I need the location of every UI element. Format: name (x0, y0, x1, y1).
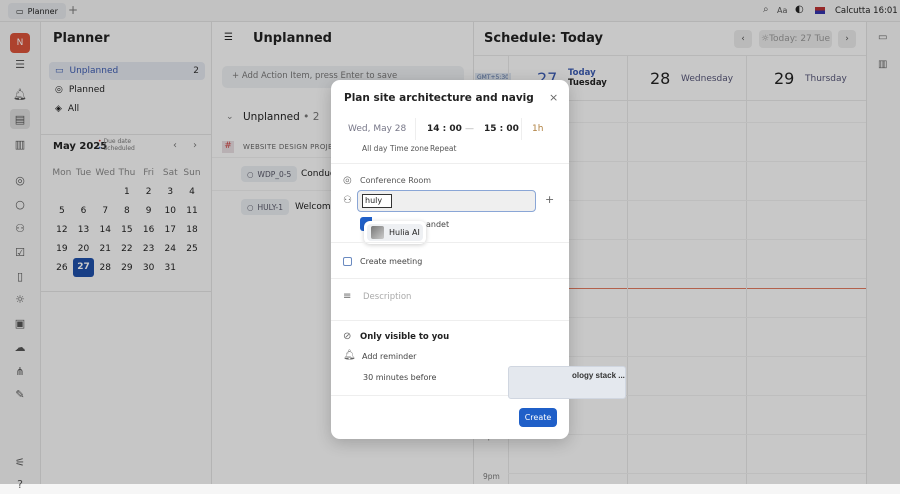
date-picker[interactable]: Wed, May 28 (348, 124, 406, 134)
add-participant-icon[interactable]: + (545, 193, 554, 206)
create-meeting-checkbox[interactable] (343, 257, 352, 266)
participant-chip[interactable]: andet (426, 220, 449, 229)
time-separator: — (465, 124, 474, 134)
start-time[interactable]: 14 : 00 (427, 124, 462, 134)
end-time[interactable]: 15 : 00 (484, 124, 519, 134)
close-icon[interactable]: × (549, 91, 558, 104)
calendar-event[interactable]: ology stack ... (508, 366, 626, 399)
participants-input[interactable]: huly (357, 190, 536, 212)
time-zone-button[interactable]: Time zone (390, 144, 429, 153)
duration: 1h (532, 124, 544, 134)
description-icon: ≡ (343, 291, 352, 302)
event-title-input[interactable]: Plan site architecture and navigation st… (344, 92, 534, 104)
suggestion-item[interactable]: Hulia AI (367, 224, 423, 241)
eye-off-icon[interactable]: ⊘ (343, 331, 351, 342)
avatar (371, 226, 384, 239)
bell-icon: 🔔︎ (343, 350, 356, 361)
create-button[interactable]: Create (519, 408, 557, 427)
repeat-button[interactable]: Repeat (430, 144, 456, 153)
description-input[interactable]: Description (363, 292, 411, 302)
suggestion-popup: Hulia AI (364, 221, 426, 244)
participants-icon: ⚇ (343, 195, 352, 206)
visibility-toggle[interactable]: Only visible to you (360, 332, 449, 342)
create-meeting-label: Create meeting (360, 257, 423, 266)
reminder-item[interactable]: 30 minutes before (363, 373, 436, 382)
all-day-button[interactable]: All day (362, 144, 387, 153)
participants-search[interactable]: huly (362, 194, 392, 208)
add-reminder-button[interactable]: Add reminder (362, 352, 416, 361)
suggestion-name: Hulia AI (389, 228, 420, 237)
event-title: ology stack ... (572, 371, 625, 380)
location-field[interactable]: Conference Room (360, 176, 431, 185)
location-icon: ◎ (343, 175, 352, 186)
